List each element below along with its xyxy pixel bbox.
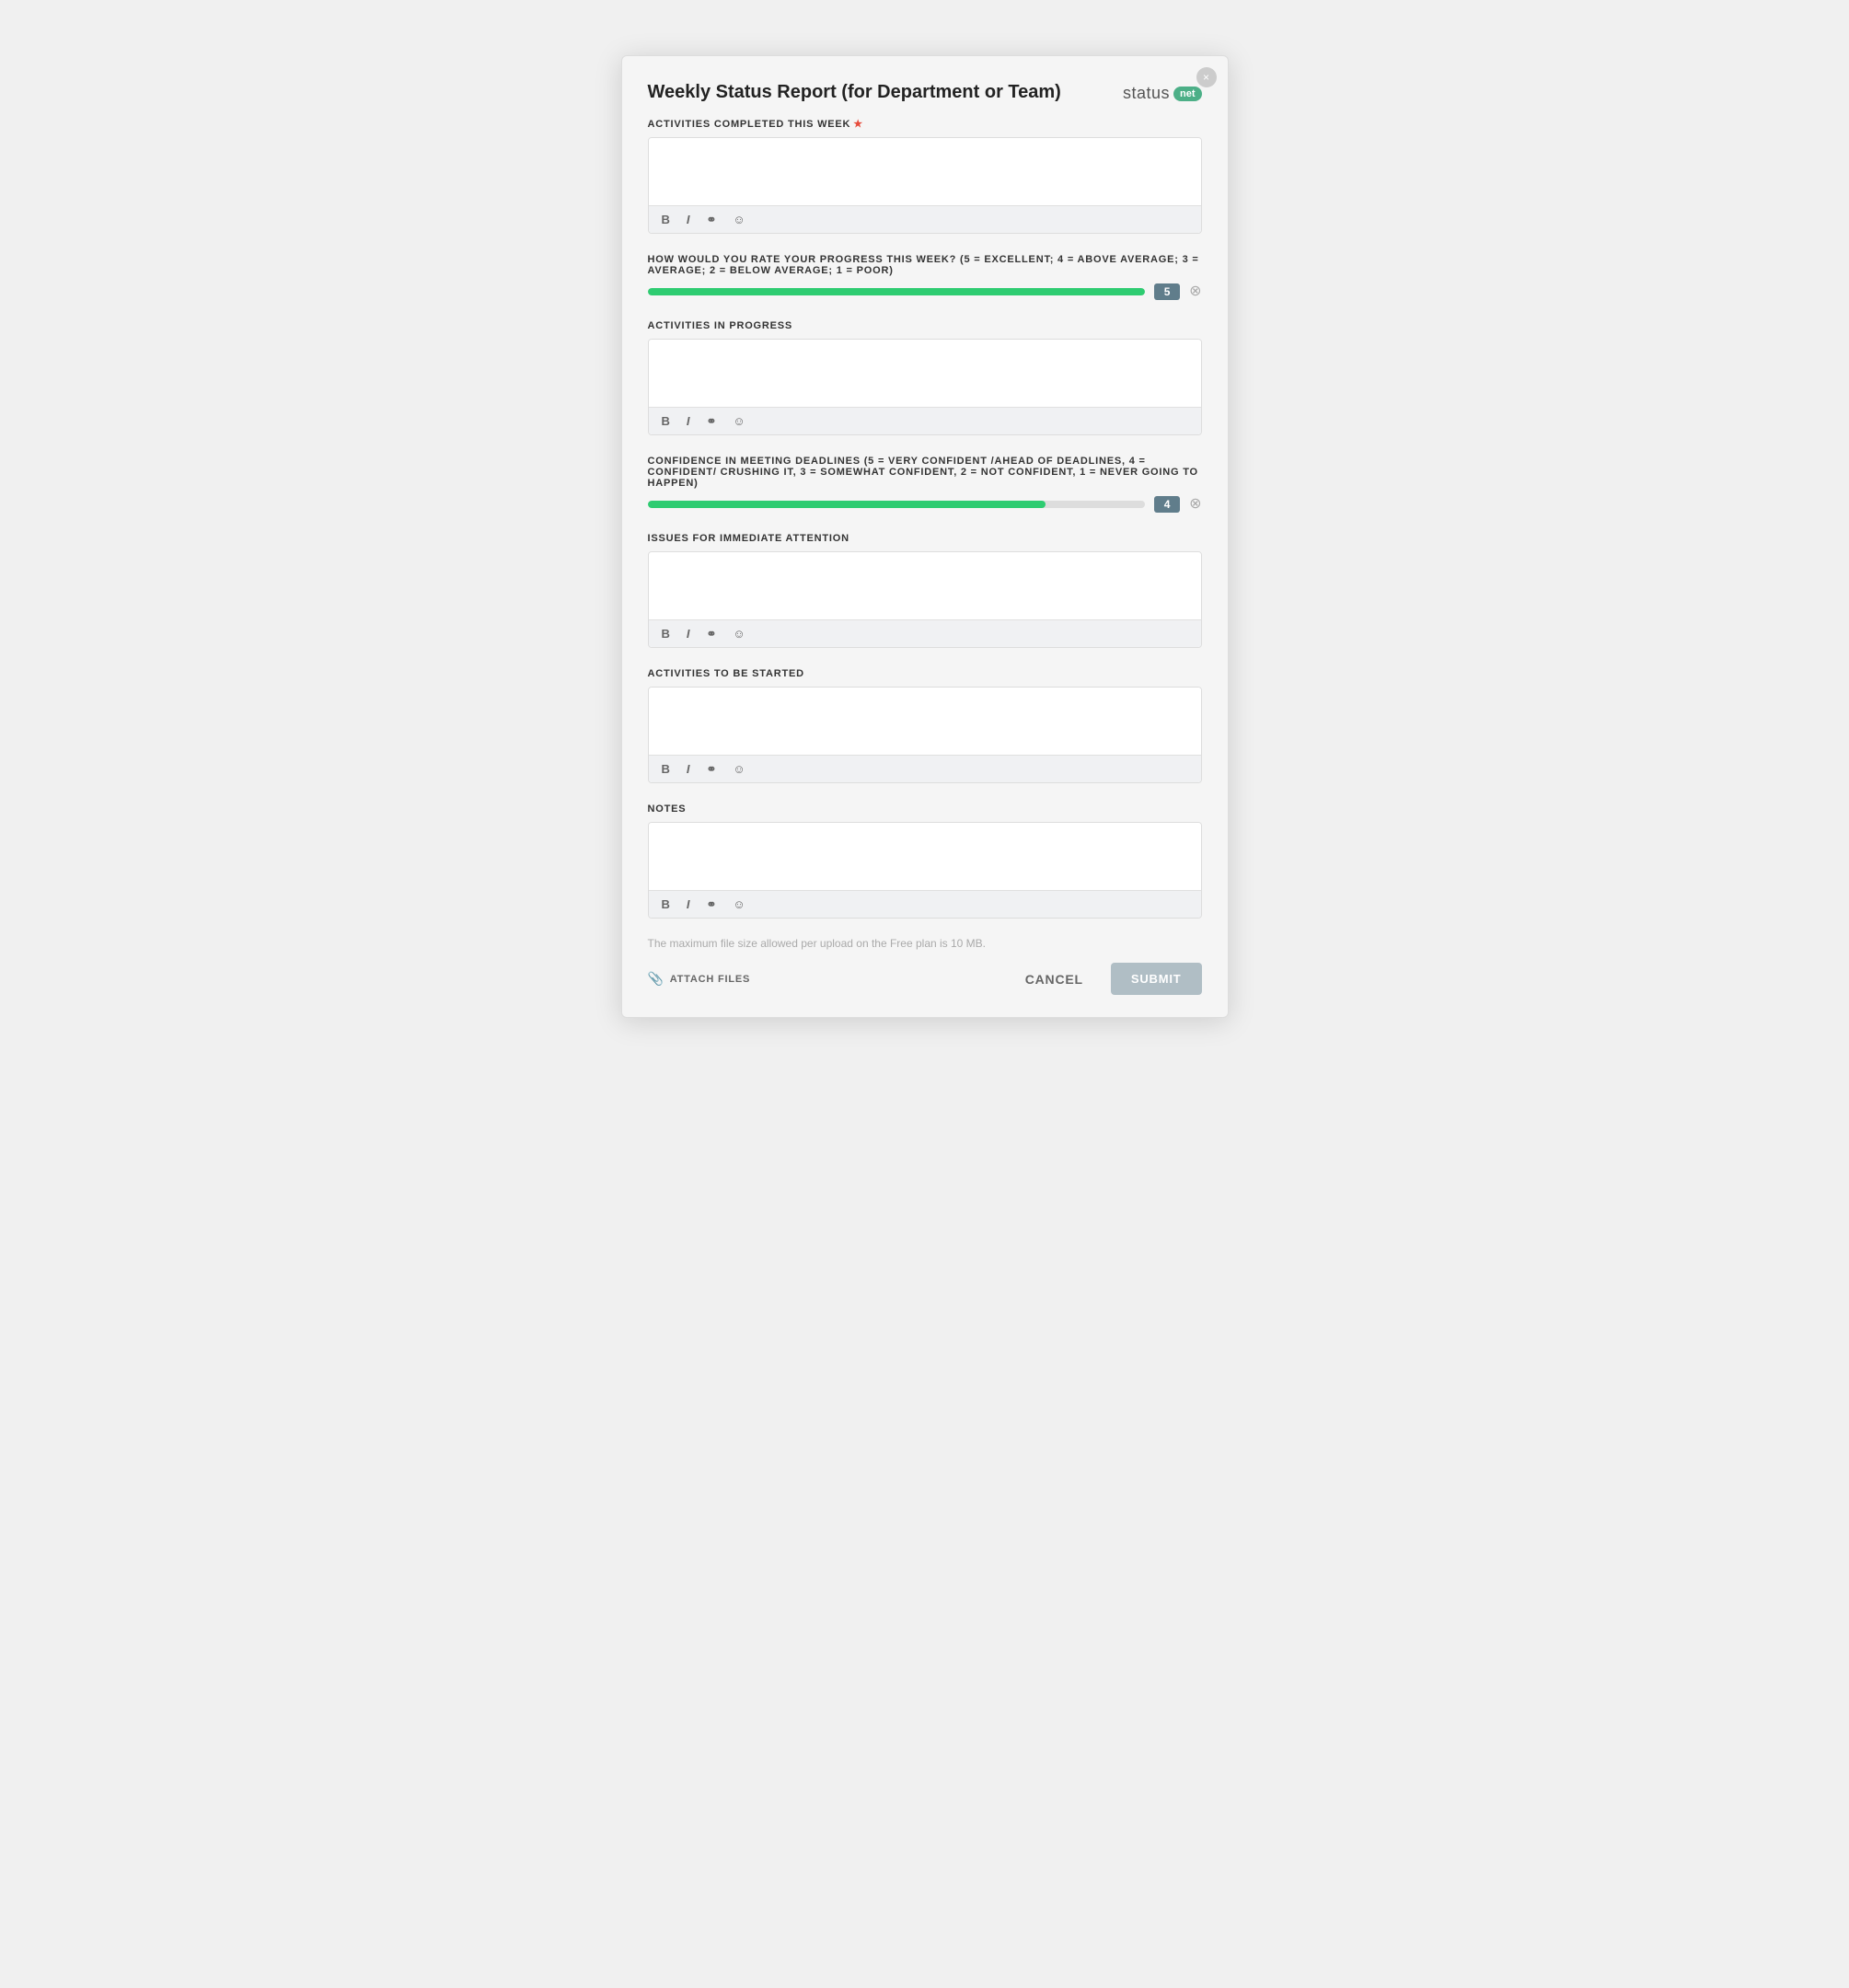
- emoji-btn-5[interactable]: ☺: [729, 896, 748, 912]
- emoji-icon-1: ☺: [733, 214, 745, 225]
- brand-text: status: [1123, 84, 1170, 103]
- confidence-slider-clear[interactable]: ⊗: [1189, 497, 1201, 512]
- activities-completed-editor[interactable]: B I ⚭ ☺: [648, 137, 1202, 234]
- issues-label: ISSUES FOR IMMEDIATE ATTENTION: [648, 533, 1202, 544]
- footer-section: The maximum file size allowed per upload…: [648, 937, 1202, 995]
- emoji-icon-4: ☺: [733, 763, 745, 775]
- file-note: The maximum file size allowed per upload…: [648, 937, 1202, 950]
- emoji-icon-3: ☺: [733, 628, 745, 640]
- issues-toolbar: B I ⚭ ☺: [649, 619, 1201, 647]
- submit-button[interactable]: SUBMIT: [1111, 963, 1202, 995]
- activities-completed-input[interactable]: [649, 138, 1201, 201]
- modal-header: Weekly Status Report (for Department or …: [648, 82, 1202, 103]
- activities-completed-toolbar: B I ⚭ ☺: [649, 205, 1201, 233]
- cancel-button[interactable]: CANCEL: [1011, 965, 1098, 994]
- link-icon-2: ⚭: [707, 415, 717, 427]
- emoji-btn-2[interactable]: ☺: [729, 413, 748, 429]
- link-btn-4[interactable]: ⚭: [703, 761, 721, 777]
- confidence-label: CONFIDENCE IN MEETING DEADLINES (5 = VER…: [648, 456, 1202, 489]
- notes-label: NOTES: [648, 803, 1202, 815]
- clear-icon-2: ⊗: [1189, 497, 1201, 512]
- attach-icon: 📎: [648, 971, 664, 987]
- activities-in-progress-editor[interactable]: B I ⚭ ☺: [648, 339, 1202, 435]
- link-icon-4: ⚭: [707, 763, 717, 775]
- bold-btn-5[interactable]: B: [658, 896, 674, 912]
- activities-in-progress-input[interactable]: [649, 340, 1201, 402]
- attach-files-button[interactable]: 📎 ATTACH FILES: [648, 971, 751, 987]
- brand-badge: net: [1173, 87, 1202, 101]
- confidence-slider-value: 4: [1154, 496, 1180, 513]
- activities-to-start-editor[interactable]: B I ⚭ ☺: [648, 687, 1202, 783]
- activities-to-start-input[interactable]: [649, 688, 1201, 750]
- confidence-slider-fill: [648, 501, 1046, 508]
- activities-in-progress-toolbar: B I ⚭ ☺: [649, 407, 1201, 434]
- emoji-btn-4[interactable]: ☺: [729, 761, 748, 777]
- activities-in-progress-label: ACTIVITIES IN PROGRESS: [648, 320, 1202, 331]
- bold-btn-3[interactable]: B: [658, 626, 674, 641]
- notes-editor[interactable]: B I ⚭ ☺: [648, 822, 1202, 919]
- confidence-slider-track: [648, 501, 1146, 508]
- brand-logo: status net: [1123, 84, 1202, 103]
- issues-editor[interactable]: B I ⚭ ☺: [648, 551, 1202, 648]
- required-star: ★: [853, 119, 863, 130]
- bold-btn-1[interactable]: B: [658, 212, 674, 227]
- confidence-slider-row: 4 ⊗: [648, 496, 1202, 513]
- progress-label: HOW WOULD YOU RATE YOUR PROGRESS THIS WE…: [648, 254, 1202, 276]
- link-btn-5[interactable]: ⚭: [703, 896, 721, 912]
- italic-btn-5[interactable]: I: [683, 896, 694, 912]
- italic-btn-3[interactable]: I: [683, 626, 694, 641]
- link-icon-1: ⚭: [707, 214, 717, 225]
- progress-slider-clear[interactable]: ⊗: [1189, 284, 1201, 299]
- footer-actions: 📎 ATTACH FILES CANCEL SUBMIT: [648, 963, 1202, 995]
- italic-btn-1[interactable]: I: [683, 212, 694, 227]
- link-btn-3[interactable]: ⚭: [703, 626, 721, 641]
- activities-to-start-label: ACTIVITIES TO BE STARTED: [648, 668, 1202, 679]
- close-button[interactable]: ×: [1196, 67, 1217, 87]
- link-btn-1[interactable]: ⚭: [703, 212, 721, 227]
- progress-slider-track: [648, 288, 1146, 295]
- italic-btn-2[interactable]: I: [683, 413, 694, 429]
- close-icon: ×: [1203, 72, 1209, 83]
- attach-label: ATTACH FILES: [670, 974, 750, 985]
- progress-slider-fill: [648, 288, 1146, 295]
- activities-completed-label: ACTIVITIES COMPLETED THIS WEEK★: [648, 118, 1202, 130]
- progress-slider-value: 5: [1154, 283, 1180, 300]
- modal-title: Weekly Status Report (for Department or …: [648, 82, 1061, 103]
- link-icon-5: ⚭: [707, 898, 717, 910]
- bold-btn-2[interactable]: B: [658, 413, 674, 429]
- issues-input[interactable]: [649, 552, 1201, 615]
- modal-container: × Weekly Status Report (for Department o…: [621, 55, 1229, 1018]
- emoji-icon-5: ☺: [733, 898, 745, 910]
- emoji-icon-2: ☺: [733, 415, 745, 427]
- emoji-btn-3[interactable]: ☺: [729, 626, 748, 641]
- emoji-btn-1[interactable]: ☺: [729, 212, 748, 227]
- bold-btn-4[interactable]: B: [658, 761, 674, 777]
- clear-icon-1: ⊗: [1189, 284, 1201, 299]
- progress-slider-row: 5 ⊗: [648, 283, 1202, 300]
- italic-btn-4[interactable]: I: [683, 761, 694, 777]
- link-icon-3: ⚭: [707, 628, 717, 640]
- link-btn-2[interactable]: ⚭: [703, 413, 721, 429]
- activities-to-start-toolbar: B I ⚭ ☺: [649, 755, 1201, 782]
- notes-input[interactable]: [649, 823, 1201, 885]
- notes-toolbar: B I ⚭ ☺: [649, 890, 1201, 918]
- form-action-buttons: CANCEL SUBMIT: [1011, 963, 1202, 995]
